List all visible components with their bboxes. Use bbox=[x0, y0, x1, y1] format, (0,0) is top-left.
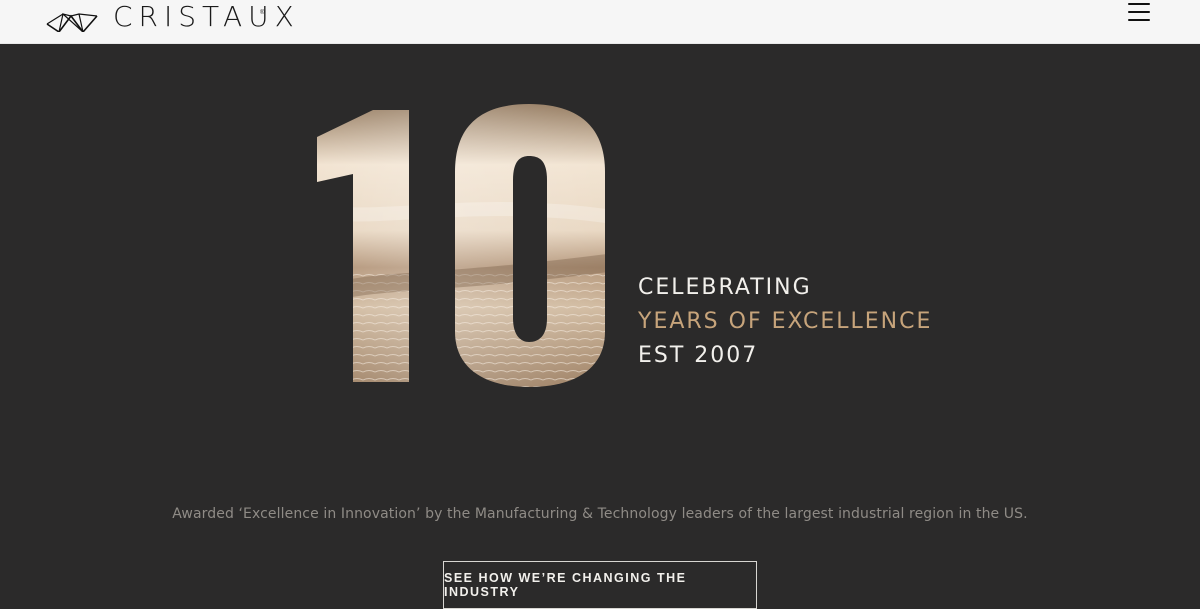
hamburger-menu-icon[interactable] bbox=[1128, 3, 1150, 21]
brand-logo[interactable]: CRISTAUX bbox=[45, 0, 300, 32]
celebration-heading: CELEBRATING YEARS OF EXCELLENCE EST 2007 bbox=[638, 271, 932, 373]
cristaux-logo-mark-icon bbox=[46, 12, 98, 32]
logo-wordmark: CRISTAUX bbox=[113, 0, 300, 33]
celebration-line-2: YEARS OF EXCELLENCE bbox=[638, 309, 933, 334]
menu-line bbox=[1128, 19, 1150, 21]
award-description: Awarded ‘Excellence in Innovation’ by th… bbox=[172, 506, 1028, 522]
celebration-line-3: EST 2007 bbox=[638, 343, 759, 368]
menu-line bbox=[1128, 3, 1150, 5]
site-header: CRISTAUX ® bbox=[0, 0, 1200, 44]
industry-cta-button[interactable]: SEE HOW WE’RE CHANGING THE INDUSTRY bbox=[443, 561, 757, 609]
logo-trademark: ® bbox=[260, 10, 265, 16]
hero-section: CELEBRATING YEARS OF EXCELLENCE EST 2007… bbox=[0, 44, 1200, 609]
menu-line bbox=[1128, 11, 1150, 13]
big-ten-graphic bbox=[315, 102, 615, 387]
celebration-line-1: CELEBRATING bbox=[638, 275, 812, 300]
